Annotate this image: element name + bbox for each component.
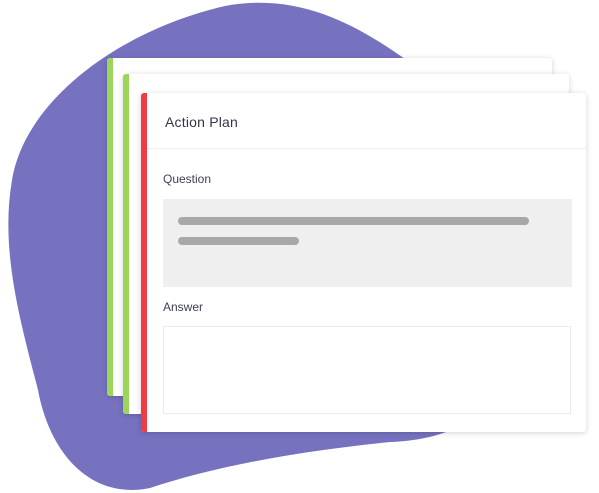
front-card-accent [141,93,147,432]
question-label: Question [163,172,212,186]
answer-label: Answer [163,300,204,314]
answer-field[interactable] [163,326,571,414]
question-text-line [178,237,299,245]
question-box [163,199,572,287]
title-divider [147,148,586,149]
action-plan-card: Action Plan Question Answer [141,93,586,432]
card-title: Action Plan [165,114,239,130]
question-text-line [178,217,529,225]
back-card-1-accent [107,58,113,396]
back-card-2-accent [123,74,129,414]
